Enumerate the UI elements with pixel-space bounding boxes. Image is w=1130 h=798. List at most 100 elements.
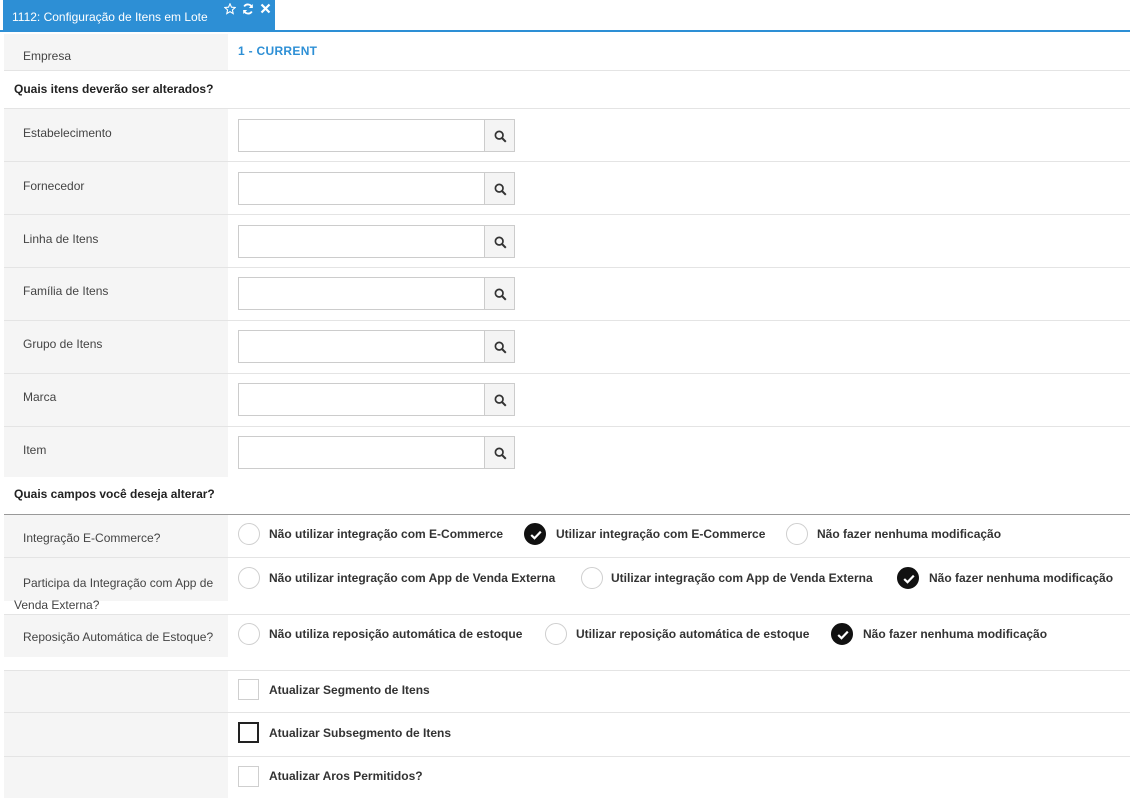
radio-row-reposicao: Reposição Automática de Estoque? Não uti… [4, 614, 1130, 670]
label-cell: Família de Itens [4, 268, 228, 320]
label-cell [4, 671, 228, 712]
refresh-icon[interactable] [242, 3, 254, 17]
label-cell: Reposição Automática de Estoque? [4, 615, 228, 657]
label-cell: Participa da Integração com App de Venda… [4, 558, 228, 612]
estabelecimento-input[interactable] [238, 119, 485, 152]
familia-itens-lookup [238, 277, 515, 310]
lookup-row-item: Item [4, 427, 1130, 477]
lookup-row-grupo: Grupo de Itens [4, 321, 1130, 374]
section-itens-title: Quais itens deverão ser alterados? [14, 82, 214, 96]
marca-lookup [238, 383, 515, 416]
section-campos-title: Quais campos você deseja alterar? [14, 487, 215, 501]
reposicao-option-1-radio[interactable] [545, 623, 567, 645]
grupo-itens-lookup [238, 330, 515, 363]
grupo-itens-input[interactable] [238, 330, 485, 363]
familia-itens-search-button[interactable] [484, 277, 515, 310]
label-cell: Linha de Itens [4, 215, 228, 267]
estabelecimento-lookup [238, 119, 515, 152]
reposicao-option-1-label[interactable]: Utilizar reposição automática de estoque [576, 627, 809, 641]
star-icon[interactable] [223, 2, 237, 17]
tab-title: 1112: Configuração de Itens em Lote [12, 10, 208, 24]
check-icon [903, 574, 915, 584]
app-venda-option-0-radio[interactable] [238, 567, 260, 589]
checkbox-row-segmento: Atualizar Segmento de Itens [4, 670, 1130, 713]
section-campos: Quais campos você deseja alterar? [4, 477, 1130, 515]
app-venda-label: Participa da Integração com App de Venda… [14, 576, 214, 612]
search-icon [494, 130, 507, 143]
radio-row-ecommerce: Integração E-Commerce? Não utilizar inte… [4, 515, 1130, 558]
familia-itens-label: Família de Itens [23, 284, 109, 298]
app-venda-option-1-label[interactable]: Utilizar integração com App de Venda Ext… [611, 571, 873, 585]
estabelecimento-search-button[interactable] [484, 119, 515, 152]
app-venda-option-2-radio[interactable] [897, 567, 919, 589]
label-cell: Grupo de Itens [4, 321, 228, 373]
ecommerce-option-2-label[interactable]: Não fazer nenhuma modificação [817, 527, 1001, 541]
lookup-row-linha: Linha de Itens [4, 215, 1130, 268]
app-venda-option-1-radio[interactable] [581, 567, 603, 589]
search-icon [494, 183, 507, 196]
search-icon [494, 288, 507, 301]
ecommerce-option-0-radio[interactable] [238, 523, 260, 545]
label-cell [4, 713, 228, 756]
tab-config-itens-lote[interactable]: 1112: Configuração de Itens em Lote [3, 0, 275, 32]
lookup-row-estabelecimento: Estabelecimento [4, 109, 1130, 162]
empresa-value: 1 - CURRENT [238, 44, 318, 58]
empresa-row: Empresa [4, 34, 1130, 71]
app-venda-option-0-label[interactable]: Não utilizar integração com App de Venda… [269, 571, 555, 585]
item-search-button[interactable] [484, 436, 515, 469]
segmento-label[interactable]: Atualizar Segmento de Itens [269, 683, 430, 697]
check-icon [530, 530, 542, 540]
item-label: Item [23, 443, 47, 457]
aros-checkbox[interactable] [238, 766, 259, 787]
fornecedor-lookup [238, 172, 515, 205]
lookup-row-familia: Família de Itens [4, 268, 1130, 321]
checkbox-row-aros: Atualizar Aros Permitidos? [4, 757, 1130, 798]
checkbox-row-subsegmento: Atualizar Subsegmento de Itens [4, 713, 1130, 757]
tab-bar: 1112: Configuração de Itens em Lote [0, 0, 1130, 32]
reposicao-label: Reposição Automática de Estoque? [23, 630, 214, 644]
label-cell: Marca [4, 374, 228, 426]
marca-search-button[interactable] [484, 383, 515, 416]
label-cell [4, 757, 228, 798]
linha-itens-lookup [238, 225, 515, 258]
marca-input[interactable] [238, 383, 485, 416]
familia-itens-input[interactable] [238, 277, 485, 310]
reposicao-option-0-label[interactable]: Não utiliza reposição automática de esto… [269, 627, 522, 641]
estabelecimento-label: Estabelecimento [23, 126, 112, 140]
lookup-row-marca: Marca [4, 374, 1130, 427]
ecommerce-option-0-label[interactable]: Não utilizar integração com E-Commerce [269, 527, 503, 541]
lookup-row-fornecedor: Fornecedor [4, 162, 1130, 215]
grupo-itens-search-button[interactable] [484, 330, 515, 363]
search-icon [494, 236, 507, 249]
label-cell: Item [4, 427, 228, 477]
subsegmento-checkbox[interactable] [238, 722, 259, 743]
search-icon [494, 394, 507, 407]
search-icon [494, 447, 507, 460]
ecommerce-option-2-radio[interactable] [786, 523, 808, 545]
item-lookup [238, 436, 515, 469]
grupo-itens-label: Grupo de Itens [23, 337, 103, 351]
marca-label: Marca [23, 390, 57, 404]
section-itens: Quais itens deverão ser alterados? [4, 71, 1130, 109]
check-icon [837, 630, 849, 640]
radio-row-app-venda: Participa da Integração com App de Venda… [4, 558, 1130, 614]
label-cell: Estabelecimento [4, 109, 228, 161]
segmento-checkbox[interactable] [238, 679, 259, 700]
fornecedor-search-button[interactable] [484, 172, 515, 205]
linha-itens-input[interactable] [238, 225, 485, 258]
fornecedor-input[interactable] [238, 172, 485, 205]
ecommerce-option-1-radio[interactable] [524, 523, 546, 545]
subsegmento-label[interactable]: Atualizar Subsegmento de Itens [269, 726, 451, 740]
app-venda-option-2-label[interactable]: Não fazer nenhuma modificação [929, 571, 1113, 585]
close-icon[interactable] [260, 3, 271, 16]
aros-label[interactable]: Atualizar Aros Permitidos? [269, 769, 423, 783]
item-input[interactable] [238, 436, 485, 469]
ecommerce-label: Integração E-Commerce? [23, 531, 161, 545]
label-cell: Integração E-Commerce? [4, 515, 228, 557]
reposicao-option-2-label[interactable]: Não fazer nenhuma modificação [863, 627, 1047, 641]
linha-itens-search-button[interactable] [484, 225, 515, 258]
reposicao-option-0-radio[interactable] [238, 623, 260, 645]
label-cell: Empresa [4, 34, 228, 70]
ecommerce-option-1-label[interactable]: Utilizar integração com E-Commerce [556, 527, 765, 541]
reposicao-option-2-radio[interactable] [831, 623, 853, 645]
